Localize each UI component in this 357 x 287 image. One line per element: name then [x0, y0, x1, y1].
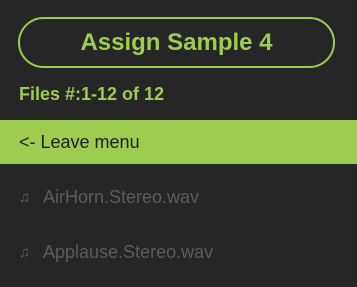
file-item-label: Applause.Stereo.wav — [43, 241, 214, 262]
panel-title-label: Assign Sample 4 — [80, 28, 273, 56]
leave-menu-item[interactable]: <- Leave menu — [0, 120, 357, 164]
file-item-label: AirHorn.Stereo.wav — [43, 186, 200, 207]
file-item-airhorn[interactable]: ♫ AirHorn.Stereo.wav — [0, 175, 357, 219]
panel-title: Assign Sample 4 — [18, 17, 335, 68]
leave-menu-label: <- Leave menu — [19, 131, 140, 152]
music-note-icon: ♫ — [19, 243, 31, 261]
file-item-applause[interactable]: ♫ Applause.Stereo.wav — [0, 230, 357, 274]
music-note-icon: ♫ — [19, 188, 31, 206]
files-count-label: Files #:1-12 of 12 — [19, 84, 165, 104]
assign-sample-panel: Assign Sample 4 Files #:1-12 of 12 <- Le… — [0, 0, 357, 287]
menu-list: <- Leave menu ♫ AirHorn.Stereo.wav ♫ App… — [0, 120, 357, 285]
